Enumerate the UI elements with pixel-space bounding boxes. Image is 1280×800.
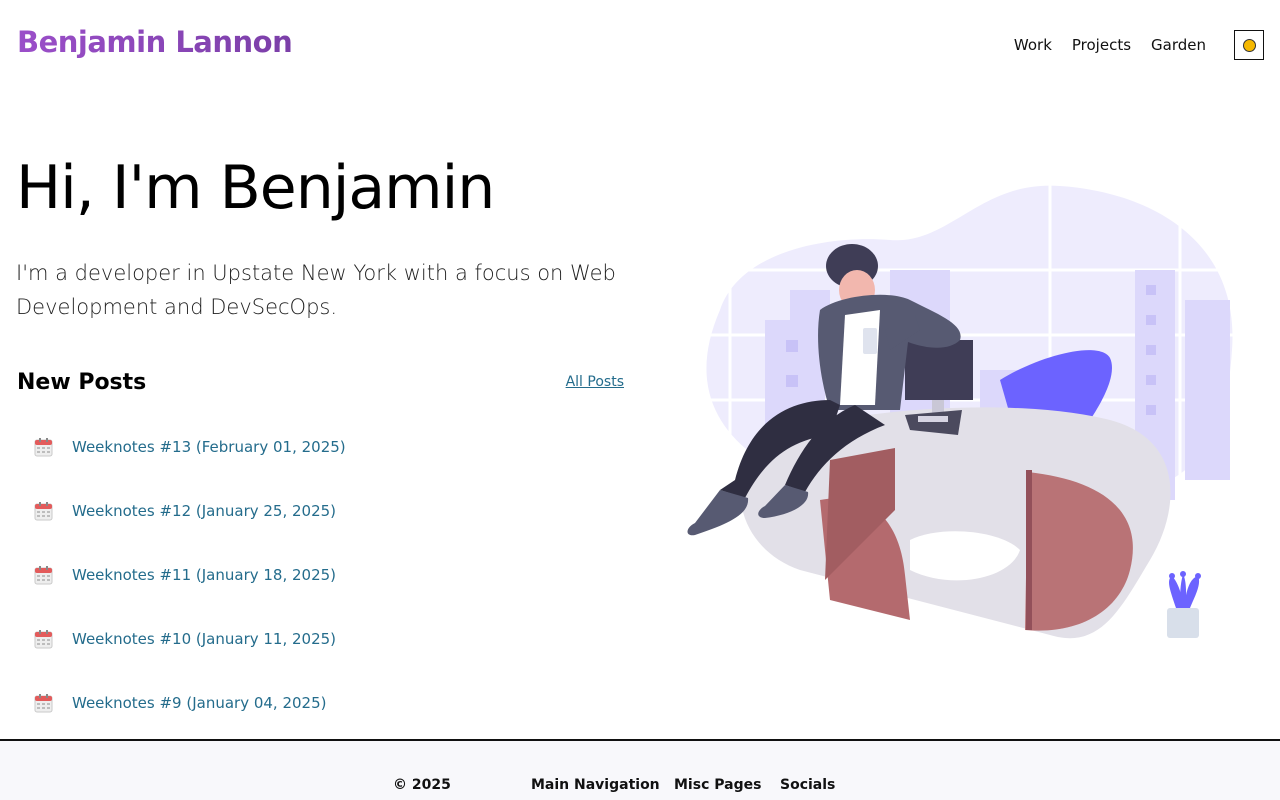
post-list: Weeknotes #13 (February 01, 2025) Weekno… [34,415,346,735]
nav-link-work[interactable]: Work [1014,31,1052,59]
footer-main-nav-col: Main Navigation [531,775,660,795]
hero-subtitle: I'm a developer in Upstate New York with… [16,261,616,319]
site-header: Benjamin Lannon Work Projects Garden [0,0,1280,90]
post-link[interactable]: Weeknotes #10 (January 11, 2025) [72,630,336,648]
footer-socials-heading: Socials [780,777,836,793]
nav-link-projects[interactable]: Projects [1072,31,1131,59]
all-posts-link[interactable]: All Posts [566,374,624,390]
developer-desk-illustration [687,180,1240,639]
post-link[interactable]: Weeknotes #9 (January 04, 2025) [72,694,327,712]
calendar-icon [34,629,53,649]
calendar-icon [34,565,53,585]
calendar-icon [34,693,53,713]
list-item: Weeknotes #9 (January 04, 2025) [34,671,346,735]
post-link[interactable]: Weeknotes #11 (January 18, 2025) [72,566,336,584]
nav-link-garden[interactable]: Garden [1151,31,1206,59]
post-link[interactable]: Weeknotes #13 (February 01, 2025) [72,438,346,456]
footer-misc-heading: Misc Pages [674,777,762,793]
list-item: Weeknotes #10 (January 11, 2025) [34,607,346,671]
calendar-icon [34,437,53,457]
posts-title: New Posts [17,370,147,395]
footer-socials-col: Socials [780,775,835,795]
main-nav: Work Projects Garden [994,30,1264,60]
site-footer: © 2025 Main Navigation Misc Pages Social… [0,739,1280,800]
footer-misc-col: Misc Pages [674,775,761,795]
list-item: Weeknotes #13 (February 01, 2025) [34,415,346,479]
hero-illustration [680,180,1250,650]
site-logo[interactable]: Benjamin Lannon [17,25,293,59]
footer-copyright-col: © 2025 [393,775,451,795]
post-link[interactable]: Weeknotes #12 (January 25, 2025) [72,502,336,520]
footer-main-nav-heading: Main Navigation [531,777,660,793]
list-item: Weeknotes #11 (January 18, 2025) [34,543,346,607]
posts-header: New Posts All Posts [17,366,624,400]
theme-toggle-button[interactable] [1234,30,1264,60]
footer-copyright: © 2025 [393,777,451,793]
calendar-icon [34,501,53,521]
hero-title: Hi, I'm Benjamin [16,153,495,223]
list-item: Weeknotes #12 (January 25, 2025) [34,479,346,543]
sun-icon [1242,38,1256,52]
